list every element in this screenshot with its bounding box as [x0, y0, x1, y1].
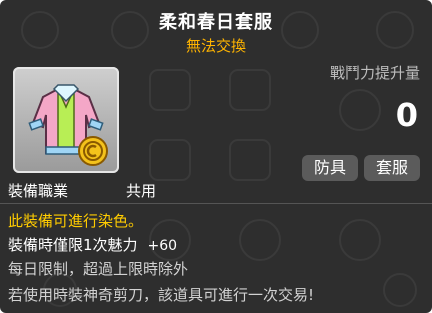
charm-text: 裝備時僅限1次魅力	[8, 236, 138, 254]
item-tooltip: 柔和春日套服 無法交換 戰鬥力提升量 0 防具 套服 裝備職業 共用 此裝備可進…	[0, 0, 432, 313]
pastel-jacket-icon	[28, 84, 108, 166]
equip-job-label: 裝備職業	[8, 182, 69, 200]
scissors-note: 若使用時裝神奇剪刀，該道具可進行一次交易!	[8, 286, 315, 304]
daily-limit-note: 每日限制，超過上限時除外	[8, 260, 189, 278]
dye-note: 此裝備可進行染色。	[8, 212, 144, 230]
item-icon-frame	[13, 67, 119, 173]
trade-status: 無法交換	[185, 37, 246, 55]
charm-bonus: +60	[147, 238, 178, 254]
cash-outfit-tag: 套服	[364, 155, 420, 181]
power-increase-value: 0	[395, 96, 418, 134]
divider	[0, 203, 432, 204]
power-increase-label: 戰鬥力提升量	[329, 64, 420, 82]
armor-tag: 防具	[302, 155, 358, 181]
charm-row: 裝備時僅限1次魅力 +60	[8, 234, 177, 255]
item-title: 柔和春日套服	[159, 12, 273, 33]
equip-job-value: 共用	[126, 182, 157, 200]
